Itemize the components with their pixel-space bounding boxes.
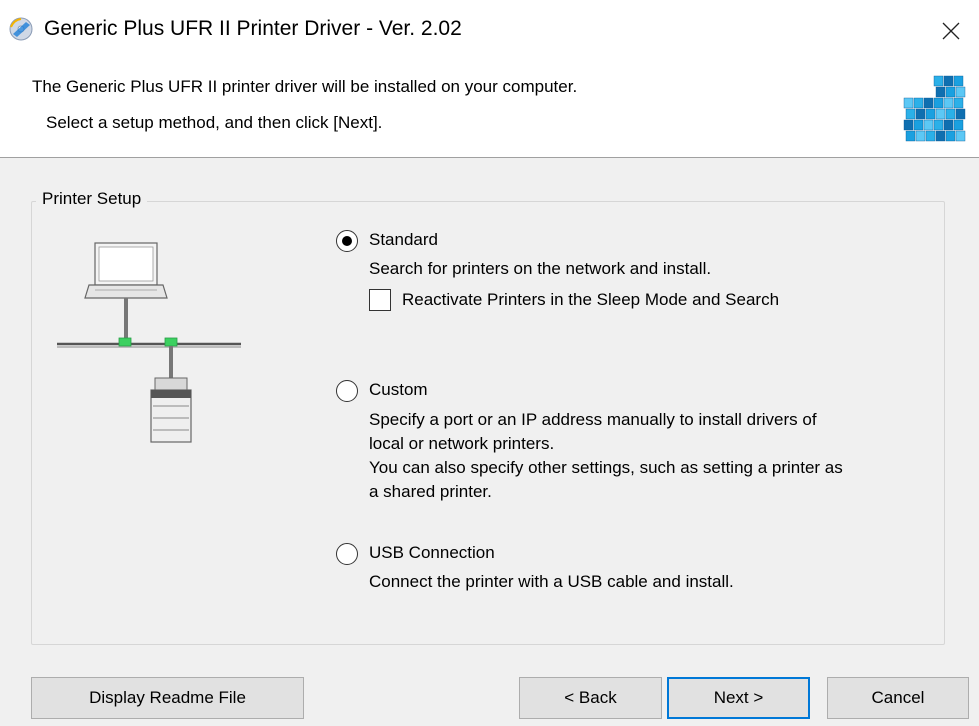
close-icon	[942, 22, 960, 40]
network-illustration	[57, 242, 241, 443]
reactivate-printers-checkbox[interactable]	[369, 289, 391, 311]
custom-description-line2: local or network printers.	[369, 434, 555, 453]
installer-window: Generic Plus UFR II Printer Driver - Ver…	[0, 0, 979, 726]
next-button[interactable]: Next >	[667, 677, 810, 719]
close-button[interactable]	[923, 0, 979, 62]
cancel-button[interactable]: Cancel	[827, 677, 969, 719]
custom-description-line4: a shared printer.	[369, 482, 492, 501]
custom-radio[interactable]	[336, 380, 358, 402]
custom-description-line3: You can also specify other settings, suc…	[369, 458, 843, 477]
back-button[interactable]: < Back	[519, 677, 662, 719]
display-readme-button[interactable]: Display Readme File	[31, 677, 304, 719]
custom-option-label[interactable]: Custom	[369, 380, 428, 400]
usb-connection-description: Connect the printer with a USB cable and…	[369, 572, 734, 591]
header-description: The Generic Plus UFR II printer driver w…	[32, 77, 578, 96]
printer-cd-icon	[9, 17, 33, 41]
usb-connection-option-label[interactable]: USB Connection	[369, 543, 495, 563]
custom-description-line1: Specify a port or an IP address manually…	[369, 410, 817, 429]
reactivate-printers-label[interactable]: Reactivate Printers in the Sleep Mode an…	[402, 290, 779, 310]
window-title: Generic Plus UFR II Printer Driver - Ver…	[44, 17, 462, 40]
printer-setup-label: Printer Setup	[36, 189, 148, 209]
standard-description: Search for printers on the network and i…	[369, 259, 712, 278]
usb-connection-radio[interactable]	[336, 543, 358, 565]
header-instruction: Select a setup method, and then click [N…	[46, 113, 383, 132]
header-panel: The Generic Plus UFR II printer driver w…	[0, 62, 979, 158]
standard-option-label[interactable]: Standard	[369, 230, 438, 250]
cube-graphic	[903, 75, 966, 142]
title-bar: Generic Plus UFR II Printer Driver - Ver…	[0, 0, 979, 62]
standard-radio[interactable]	[336, 230, 358, 252]
